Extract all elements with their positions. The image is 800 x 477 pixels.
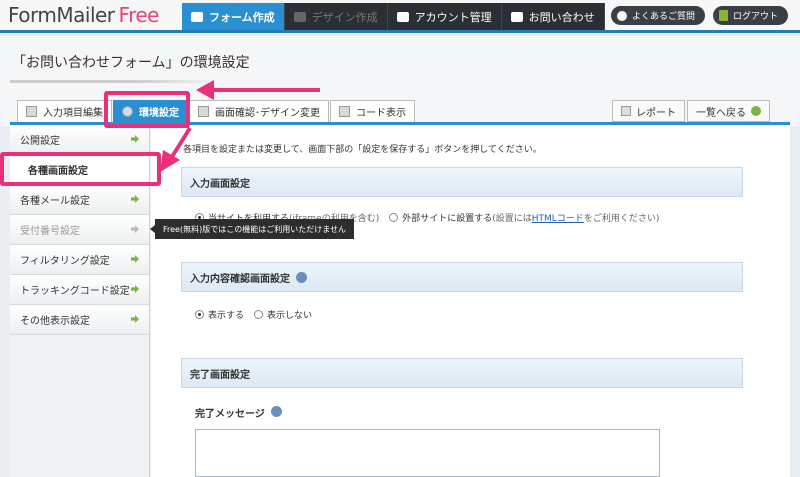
page-title: 「お問い合わせフォーム」の環境設定 — [12, 55, 250, 71]
intro-text: 各項目を設定または変更して、画面下部の「設定を保存する」ボタンを押してください。 — [183, 145, 542, 155]
nav-label: デザイン作成 — [311, 10, 378, 24]
html-code-link[interactable]: HTMLコード — [532, 211, 584, 224]
sidebar-label: トラッキングコード設定 — [20, 286, 130, 297]
report-button[interactable]: レポート — [612, 100, 685, 122]
tab-label: 画面確認･デザイン変更 — [215, 108, 320, 119]
sidebar-item-receipt-number: 受付番号設定 — [10, 215, 149, 245]
arrow-right-icon — [131, 315, 139, 323]
nav-label: お問い合わせ — [528, 10, 595, 24]
sidebar-label: その他表示設定 — [20, 316, 90, 327]
app-logo[interactable]: FormMailer Free — [8, 3, 160, 27]
top-links: よくあるご質問 ログアウト — [610, 6, 788, 25]
sidebar-label: 各種メール設定 — [20, 196, 90, 207]
help-icon[interactable] — [296, 271, 307, 283]
radio-external-site[interactable] — [389, 213, 399, 222]
nav-label: アカウント管理 — [414, 10, 492, 24]
report-icon — [621, 106, 631, 116]
highlight-environment-tab — [104, 91, 190, 128]
section-input-screen: 入力画面設定 — [181, 167, 743, 197]
tab-label: コード表示 — [356, 108, 406, 119]
logo-main: FormMailer — [8, 3, 115, 27]
section-title: 完了画面設定 — [190, 369, 250, 381]
arrow-right-icon — [131, 225, 139, 233]
help-icon[interactable] — [270, 406, 282, 417]
sidebar-item-publish[interactable]: 公開設定 — [10, 125, 149, 155]
section-confirm-screen: 入力内容確認画面設定 — [181, 262, 743, 292]
right-tab-bar: レポート 一覧へ戻る — [610, 100, 770, 122]
sidebar-item-tracking-code[interactable]: トラッキングコード設定 — [10, 275, 149, 305]
label-text: 完了メッセージ — [195, 409, 265, 420]
back-label: 一覧へ戻る — [696, 107, 746, 119]
door-icon — [718, 10, 728, 21]
radio-label: 表示しない — [267, 311, 313, 321]
section-title: 入力画面設定 — [190, 178, 250, 190]
edit-icon — [26, 106, 37, 117]
screen-icon — [198, 106, 209, 117]
arrow-right-icon — [131, 135, 139, 143]
confirm-screen-options: 表示する 表示しない — [195, 308, 312, 321]
nav-contact[interactable]: お問い合わせ — [501, 3, 605, 30]
back-to-list-button[interactable]: 一覧へ戻る — [687, 100, 770, 122]
back-arrow-icon — [751, 106, 761, 116]
tab-edit-fields[interactable]: 入力項目編集 — [17, 100, 112, 122]
section-title: 入力内容確認画面設定 — [190, 273, 290, 285]
highlight-screen-settings — [0, 152, 161, 186]
sidebar-item-filtering[interactable]: フィルタリング設定 — [10, 245, 149, 275]
faq-button[interactable]: よくあるご質問 — [610, 6, 705, 25]
radio-note: をご利用ください) — [583, 214, 660, 224]
code-icon — [339, 106, 350, 117]
sidebar-label: 受付番号設定 — [20, 226, 80, 237]
user-icon — [396, 11, 409, 22]
arrow-right-icon — [131, 255, 139, 263]
radio-show[interactable] — [195, 310, 204, 319]
logout-label: ログアウト — [732, 12, 778, 22]
question-icon — [616, 10, 627, 21]
top-bar: FormMailer Free フォーム作成 デザイン作成 アカウント管理 お問い… — [0, 0, 800, 33]
radio-label: 外部サイトに設置する — [402, 214, 493, 224]
logo-free: Free — [118, 3, 160, 27]
nav-account[interactable]: アカウント管理 — [387, 3, 502, 30]
form-icon — [191, 11, 203, 22]
radio-note: (設置には — [492, 214, 532, 224]
mail-icon — [510, 11, 523, 22]
report-label: レポート — [636, 107, 676, 119]
title-underline — [10, 80, 220, 83]
sidebar-item-other-display[interactable]: その他表示設定 — [10, 305, 149, 335]
design-icon — [293, 11, 306, 22]
radio-label: 表示する — [208, 311, 245, 321]
tab-label: 入力項目編集 — [43, 108, 103, 119]
tab-code-view[interactable]: コード表示 — [330, 100, 415, 122]
radio-hide[interactable] — [254, 310, 264, 319]
main-nav: フォーム作成 デザイン作成 アカウント管理 お問い合わせ — [182, 3, 605, 30]
section-complete-screen: 完了画面設定 — [181, 358, 743, 388]
feature-unavailable-tooltip: Free(無料)版ではこの機能はご利用いただけません — [150, 219, 354, 239]
complete-message-label: 完了メッセージ — [195, 405, 282, 420]
logout-button[interactable]: ログアウト — [712, 6, 788, 25]
faq-label: よくあるご質問 — [631, 12, 695, 22]
complete-message-textarea[interactable] — [195, 429, 660, 477]
nav-design-create: デザイン作成 — [284, 3, 388, 30]
nav-form-create[interactable]: フォーム作成 — [182, 3, 285, 30]
tab-bar: 入力項目編集 環境設定 画面確認･デザイン変更 コード表示 — [17, 100, 416, 122]
sidebar-label: フィルタリング設定 — [20, 256, 110, 267]
tab-screen-design[interactable]: 画面確認･デザイン変更 — [189, 100, 329, 122]
nav-label: フォーム作成 — [209, 10, 275, 24]
sidebar-label: 公開設定 — [20, 136, 60, 147]
arrow-right-icon — [131, 285, 139, 293]
tooltip-text: Free(無料)版ではこの機能はご利用いただけません — [163, 224, 346, 234]
sidebar-item-mail-settings[interactable]: 各種メール設定 — [10, 185, 149, 215]
main-content: 各項目を設定または変更して、画面下部の「設定を保存する」ボタンを押してください。… — [151, 125, 790, 477]
arrow-right-icon — [131, 195, 139, 203]
